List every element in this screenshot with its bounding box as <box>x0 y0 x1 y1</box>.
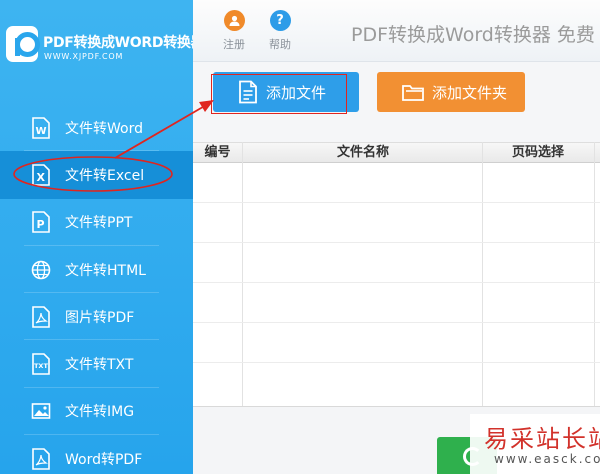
svg-text:P: P <box>37 218 45 231</box>
svg-text:W: W <box>36 126 47 137</box>
logo-url: WWW.XJPDF.COM <box>44 52 124 61</box>
sidebar-item-html[interactable]: 文件转HTML <box>0 246 193 294</box>
register-label: 注册 <box>223 38 245 51</box>
row-divider <box>193 362 600 363</box>
file-table: 编号 文件名称 页码选择 <box>193 142 600 406</box>
sidebar-item-img[interactable]: 文件转IMG <box>0 388 193 436</box>
sidebar-item-label: 文件转HTML <box>65 262 146 279</box>
sidebar-item-word-to-pdf[interactable]: Word转PDF <box>0 435 193 474</box>
register-button[interactable]: 注册 <box>214 10 254 56</box>
app-logo: PDF转换成WORD转换器 WWW.XJPDF.COM <box>0 0 205 86</box>
sidebar-item-label: 文件转IMG <box>65 404 135 421</box>
top-toolbar: 注册 ? 帮助 PDF转换成Word转换器 免费 <box>193 0 600 62</box>
watermark-title: 易采站长站 <box>484 425 600 453</box>
sidebar-item-label: Word转PDF <box>65 451 143 468</box>
txt-file-icon: TXT <box>32 353 50 375</box>
sidebar-item-label: 文件转TXT <box>65 357 134 374</box>
pdf-file-icon <box>32 447 50 470</box>
column-divider <box>482 142 483 406</box>
help-button[interactable]: ? 帮助 <box>260 10 300 56</box>
sidebar-item-excel[interactable]: X 文件转Excel <box>0 151 193 199</box>
logo-title: PDF转换成WORD转换器 <box>43 35 205 51</box>
add-folder-label: 添加文件夹 <box>432 84 508 102</box>
help-label: 帮助 <box>269 38 291 51</box>
column-header-filename[interactable]: 文件名称 <box>243 143 483 164</box>
app-title: PDF转换成Word转换器 免费 <box>351 24 595 46</box>
table-header: 编号 文件名称 页码选择 <box>193 142 600 163</box>
svg-text:TXT: TXT <box>34 362 48 370</box>
sidebar-nav: W 文件转Word X 文件转Excel P 文件转PPT 文件转HTML 图片… <box>0 104 193 474</box>
sidebar-item-word[interactable]: W 文件转Word <box>0 104 193 152</box>
row-divider <box>193 202 600 203</box>
ppt-file-icon: P <box>32 211 50 234</box>
add-folder-button[interactable]: 添加文件夹 <box>377 72 525 112</box>
sidebar-item-label: 文件转Word <box>65 120 143 137</box>
sidebar: PDF转换成WORD转换器 WWW.XJPDF.COM W 文件转Word X … <box>0 0 205 474</box>
row-divider <box>193 322 600 323</box>
watermark-url: www.easck.com <box>494 452 600 466</box>
excel-file-icon: X <box>32 164 50 186</box>
word-file-icon: W <box>32 116 50 139</box>
globe-icon <box>31 260 51 279</box>
column-divider <box>242 142 243 406</box>
svg-text:X: X <box>37 171 46 184</box>
sidebar-item-label: 文件转Excel <box>65 167 145 184</box>
column-header-page-selection[interactable]: 页码选择 <box>483 143 593 164</box>
row-divider <box>193 242 600 243</box>
sidebar-item-label: 图片转PDF <box>65 309 135 326</box>
sidebar-item-txt[interactable]: TXT 文件转TXT <box>0 340 193 388</box>
row-divider <box>193 282 600 283</box>
annotation-highlight-box <box>211 74 347 114</box>
column-header-number[interactable]: 编号 <box>193 143 242 164</box>
user-icon <box>223 10 245 31</box>
column-divider <box>594 142 595 406</box>
logo-icon <box>6 26 40 62</box>
sidebar-item-ppt[interactable]: P 文件转PPT <box>0 199 193 246</box>
sidebar-item-label: 文件转PPT <box>65 215 133 232</box>
help-icon: ? <box>269 10 291 31</box>
sidebar-item-image-to-pdf[interactable]: 图片转PDF <box>0 293 193 341</box>
folder-icon <box>402 85 424 101</box>
image-icon <box>31 403 51 420</box>
pdf-file-icon <box>32 306 50 328</box>
